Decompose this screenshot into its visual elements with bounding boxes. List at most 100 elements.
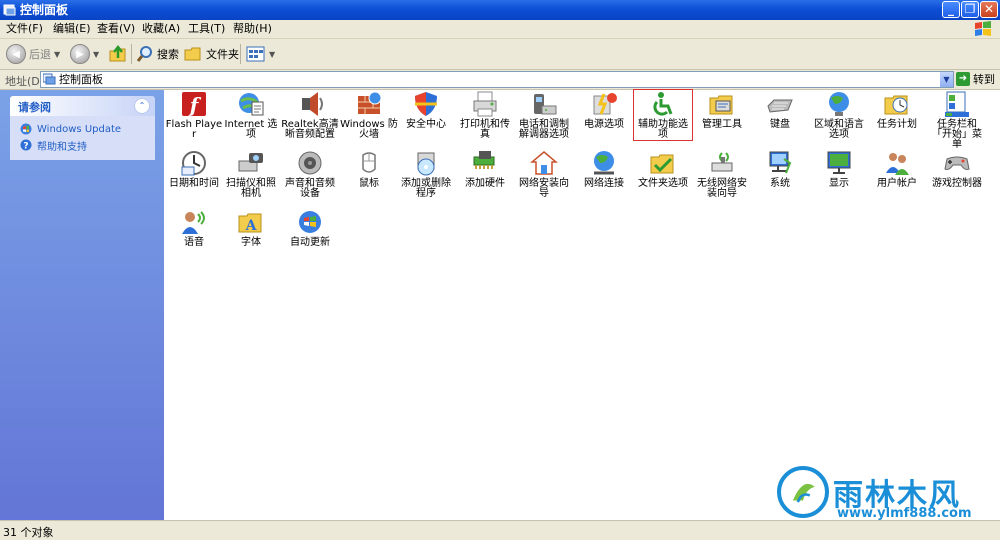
menu-tools[interactable]: 工具(T) bbox=[188, 22, 225, 36]
control-panel-item[interactable]: 语音 bbox=[165, 208, 223, 248]
item-label: 安全中心 bbox=[406, 119, 446, 130]
back-arrow-icon: ◀ bbox=[6, 44, 26, 64]
display-icon bbox=[827, 151, 851, 174]
item-label: Realtek高清晰音频配置 bbox=[281, 119, 339, 140]
control-panel-item[interactable]: 打印机和传真 bbox=[456, 90, 514, 140]
auto-update-icon bbox=[299, 211, 321, 233]
minimize-button[interactable]: _ bbox=[942, 1, 960, 18]
control-panel-icon bbox=[3, 4, 16, 16]
mouse-icon bbox=[362, 152, 376, 173]
control-panel-item[interactable]: f Flash Player bbox=[165, 90, 223, 140]
help-support-link[interactable]: ? 帮助和支持 bbox=[20, 138, 87, 153]
views-button[interactable]: ▼ bbox=[246, 42, 275, 66]
item-label: 管理工具 bbox=[702, 119, 742, 130]
control-panel-item[interactable]: A 字体 bbox=[222, 208, 280, 248]
accessibility-icon bbox=[653, 92, 673, 116]
item-label: 文件夹选项 bbox=[638, 178, 688, 189]
game-controller-icon bbox=[944, 156, 970, 170]
control-panel-item[interactable]: 添加或删除程序 bbox=[397, 149, 455, 199]
phone-modem-icon bbox=[534, 94, 557, 115]
item-label: 显示 bbox=[829, 178, 849, 189]
watermark-url: www.ylmf888.com bbox=[837, 506, 972, 521]
control-panel-item[interactable]: 键盘 bbox=[751, 90, 809, 130]
control-panel-item[interactable]: 区域和语言选项 bbox=[810, 90, 868, 140]
control-panel-item[interactable]: 自动更新 bbox=[281, 208, 339, 248]
windows-update-link[interactable]: Windows Update bbox=[20, 122, 121, 136]
forward-button[interactable]: ▶ ▼ bbox=[70, 42, 99, 66]
folders-button[interactable]: 文件夹 bbox=[184, 42, 239, 66]
control-panel-item[interactable]: 任务栏和「开始」菜单 bbox=[928, 90, 986, 150]
item-label: 系统 bbox=[770, 178, 790, 189]
control-panel-item[interactable]: 文件夹选项 bbox=[634, 149, 692, 189]
address-input[interactable]: 控制面板 ▼ bbox=[40, 71, 954, 88]
control-panel-item[interactable]: 管理工具 bbox=[693, 90, 751, 130]
item-label: 用户帐户 bbox=[877, 178, 917, 189]
control-panel-item[interactable]: 日期和时间 bbox=[165, 149, 223, 189]
control-panel-item[interactable]: 电话和调制解调器选项 bbox=[515, 90, 573, 140]
see-also-panel: 请参阅 ⌃ Windows Update ? 帮助和支持 bbox=[10, 96, 155, 160]
chevron-down-icon: ▼ bbox=[269, 49, 276, 59]
see-also-header[interactable]: 请参阅 ⌃ bbox=[10, 96, 155, 116]
window-title: 控制面板 bbox=[20, 3, 69, 17]
control-panel-item[interactable]: 安全中心 bbox=[397, 90, 455, 130]
shield-icon bbox=[415, 92, 437, 116]
menu-edit[interactable]: 编辑(E) bbox=[53, 22, 91, 36]
item-label: 游戏控制器 bbox=[932, 178, 982, 189]
item-label: 任务计划 bbox=[877, 119, 917, 130]
keyboard-icon bbox=[767, 99, 793, 113]
menu-bar: 文件(F) 编辑(E) 查看(V) 收藏(A) 工具(T) 帮助(H) bbox=[0, 20, 1000, 39]
wireless-icon bbox=[711, 152, 733, 172]
collapse-chevron-icon[interactable]: ⌃ bbox=[134, 98, 150, 114]
control-panel-item[interactable]: 游戏控制器 bbox=[928, 149, 986, 189]
item-label: 键盘 bbox=[770, 119, 790, 130]
close-button[interactable]: ✕ bbox=[980, 1, 998, 18]
svg-text:A: A bbox=[245, 218, 258, 234]
control-panel-item[interactable]: 声音和音频设备 bbox=[281, 149, 339, 199]
control-panel-item[interactable]: 用户帐户 bbox=[868, 149, 926, 189]
menu-file[interactable]: 文件(F) bbox=[6, 22, 43, 36]
up-folder-button[interactable] bbox=[108, 42, 128, 66]
flash-icon: f bbox=[182, 92, 206, 117]
menu-help[interactable]: 帮助(H) bbox=[233, 22, 272, 36]
search-button[interactable]: 搜索 bbox=[136, 42, 179, 66]
back-button[interactable]: ◀ 后退 ▼ bbox=[6, 42, 60, 66]
item-label: 任务栏和「开始」菜单 bbox=[932, 119, 982, 150]
menu-favorites[interactable]: 收藏(A) bbox=[142, 22, 180, 36]
control-panel-item[interactable]: Windows 防火墙 bbox=[340, 90, 398, 140]
folder-icon bbox=[184, 47, 201, 61]
chevron-down-icon: ▼ bbox=[54, 49, 61, 59]
control-panel-item[interactable]: 辅助功能选项 bbox=[633, 89, 693, 141]
maximize-button[interactable]: ❐ bbox=[961, 1, 979, 18]
control-panel-item[interactable]: Realtek高清晰音频配置 bbox=[281, 90, 339, 140]
control-panel-item[interactable]: 网络连接 bbox=[575, 149, 633, 189]
go-button[interactable]: ➜ 转到 bbox=[956, 71, 995, 87]
control-panel-item[interactable]: 系统 bbox=[751, 149, 809, 189]
watermark: 雨林木风 www.ylmf888.com bbox=[777, 466, 992, 526]
speech-icon bbox=[182, 211, 205, 234]
scheduled-tasks-icon bbox=[884, 95, 908, 115]
item-label: 区域和语言选项 bbox=[814, 119, 864, 140]
control-panel-item[interactable]: Internet 选项 bbox=[222, 90, 280, 140]
internet-options-icon bbox=[239, 93, 264, 116]
control-panel-item[interactable]: 鼠标 bbox=[340, 149, 398, 189]
user-accounts-icon bbox=[886, 153, 909, 175]
menu-view[interactable]: 查看(V) bbox=[97, 22, 135, 36]
control-panel-item[interactable]: 任务计划 bbox=[868, 90, 926, 130]
control-panel-item[interactable]: 网络安装向导 bbox=[515, 149, 573, 199]
control-panel-item[interactable]: 添加硬件 bbox=[456, 149, 514, 189]
watermark-logo-icon bbox=[777, 466, 829, 518]
item-label: 辅助功能选项 bbox=[638, 119, 688, 140]
item-label: 电话和调制解调器选项 bbox=[519, 119, 569, 140]
address-dropdown-icon[interactable]: ▼ bbox=[940, 72, 953, 87]
address-label: 地址(D) bbox=[5, 75, 45, 88]
help-icon: ? bbox=[20, 139, 32, 151]
control-panel-item[interactable]: 扫描仪和照相机 bbox=[222, 149, 280, 199]
title-bar: 控制面板 _ ❐ ✕ bbox=[0, 0, 1000, 20]
control-panel-item[interactable]: 显示 bbox=[810, 149, 868, 189]
printer-icon bbox=[473, 91, 497, 117]
add-hardware-icon bbox=[473, 151, 495, 169]
item-label: Windows 防火墙 bbox=[340, 119, 398, 140]
control-panel-item[interactable]: 无线网络安装向导 bbox=[693, 149, 751, 199]
item-label: 声音和音频设备 bbox=[285, 178, 335, 199]
control-panel-item[interactable]: 电源选项 bbox=[575, 90, 633, 130]
